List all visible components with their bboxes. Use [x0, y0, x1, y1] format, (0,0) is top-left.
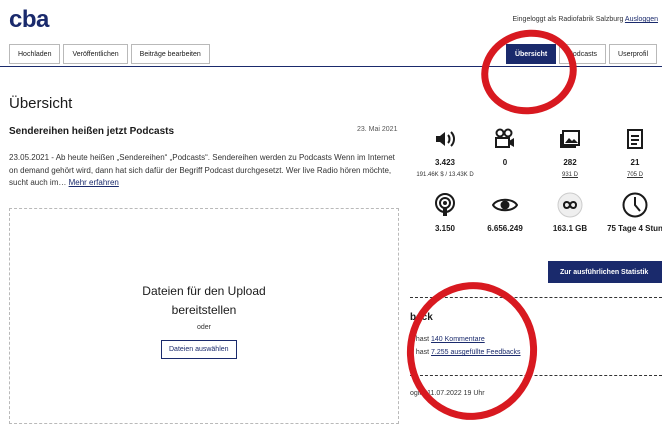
stat-audio: 3.423 191.46K $ / 13.43K D — [415, 126, 475, 179]
login-info: Eingeloggt als Radiofabrik Salzburg Ausl… — [512, 16, 658, 23]
stat-value: 6.656.249 — [487, 224, 523, 233]
tab-hochladen[interactable]: Hochladen — [9, 44, 61, 64]
stat-storage: 163.1 GB — [540, 192, 600, 237]
infinity-icon — [540, 192, 600, 218]
podcast-icon — [415, 192, 475, 218]
annotation-circle — [473, 20, 585, 124]
news-text: 23.05.2021 - Ab heute heißen „Sendereihe… — [9, 153, 395, 187]
tab-beitraege-bearbeiten[interactable]: Beiträge bearbeiten — [130, 44, 210, 64]
news-title[interactable]: Sendereihen heißen jetzt Podcasts — [9, 126, 174, 137]
stat-duration: 75 Tage 4 Stun — [605, 192, 662, 237]
stat-sub: 705 D — [626, 172, 643, 178]
stat-value: 282 — [563, 158, 577, 167]
logout-link[interactable]: Ausloggen — [625, 16, 658, 23]
audio-icon — [415, 126, 475, 152]
image-icon — [540, 126, 600, 152]
detailed-statistics-button[interactable]: Zur ausführlichen Statistik — [548, 261, 662, 283]
video-icon — [475, 126, 535, 152]
stat-value: 3.150 — [434, 224, 456, 233]
document-icon — [605, 126, 662, 152]
upload-dropzone[interactable]: Dateien für den Upload bereitstellen ode… — [9, 208, 399, 424]
stat-views: 6.656.249 — [475, 192, 535, 237]
stat-value: 21 — [630, 158, 640, 167]
news-date: 23. Mai 2021 — [357, 126, 398, 133]
news-body: 23.05.2021 - Ab heute heißen „Sendereihe… — [9, 152, 404, 190]
dropzone-title-line1: Dateien für den Upload — [142, 284, 266, 298]
more-link[interactable]: Mehr erfahren — [69, 178, 119, 187]
clock-icon — [605, 192, 662, 218]
stat-image: 282 931 D — [540, 126, 600, 179]
tab-veroeffentlichen[interactable]: Veröffentlichen — [63, 44, 128, 64]
cba-logo[interactable]: cba — [9, 6, 49, 34]
dropzone-or: oder — [196, 324, 211, 331]
stat-value: 0 — [502, 158, 508, 167]
stat-value: 3.423 — [434, 158, 456, 167]
dropzone-title: Dateien für den Upload bereitstellen — [10, 282, 398, 320]
dropzone-title-line2: bereitstellen — [171, 303, 237, 317]
login-text: Eingeloggt als Radiofabrik Salzburg — [512, 16, 624, 23]
tab-userprofil[interactable]: Userprofil — [609, 44, 657, 64]
stat-podcast: 3.150 — [415, 192, 475, 237]
stat-document: 21 705 D — [605, 126, 662, 179]
tabs-left: Hochladen Veröffentlichen Beiträge bearb… — [9, 44, 213, 64]
select-files-button[interactable]: Dateien auswählen — [161, 340, 237, 359]
stat-sub: 931 D — [561, 172, 578, 178]
stat-value: 163.1 GB — [552, 224, 588, 233]
eye-icon — [475, 192, 535, 218]
stat-sub: 191.46K $ / 13.43K D — [416, 172, 474, 178]
page-title: Übersicht — [9, 95, 73, 112]
stat-video: 0 — [475, 126, 535, 171]
stat-value: 75 Tage 4 Stun — [607, 224, 662, 233]
